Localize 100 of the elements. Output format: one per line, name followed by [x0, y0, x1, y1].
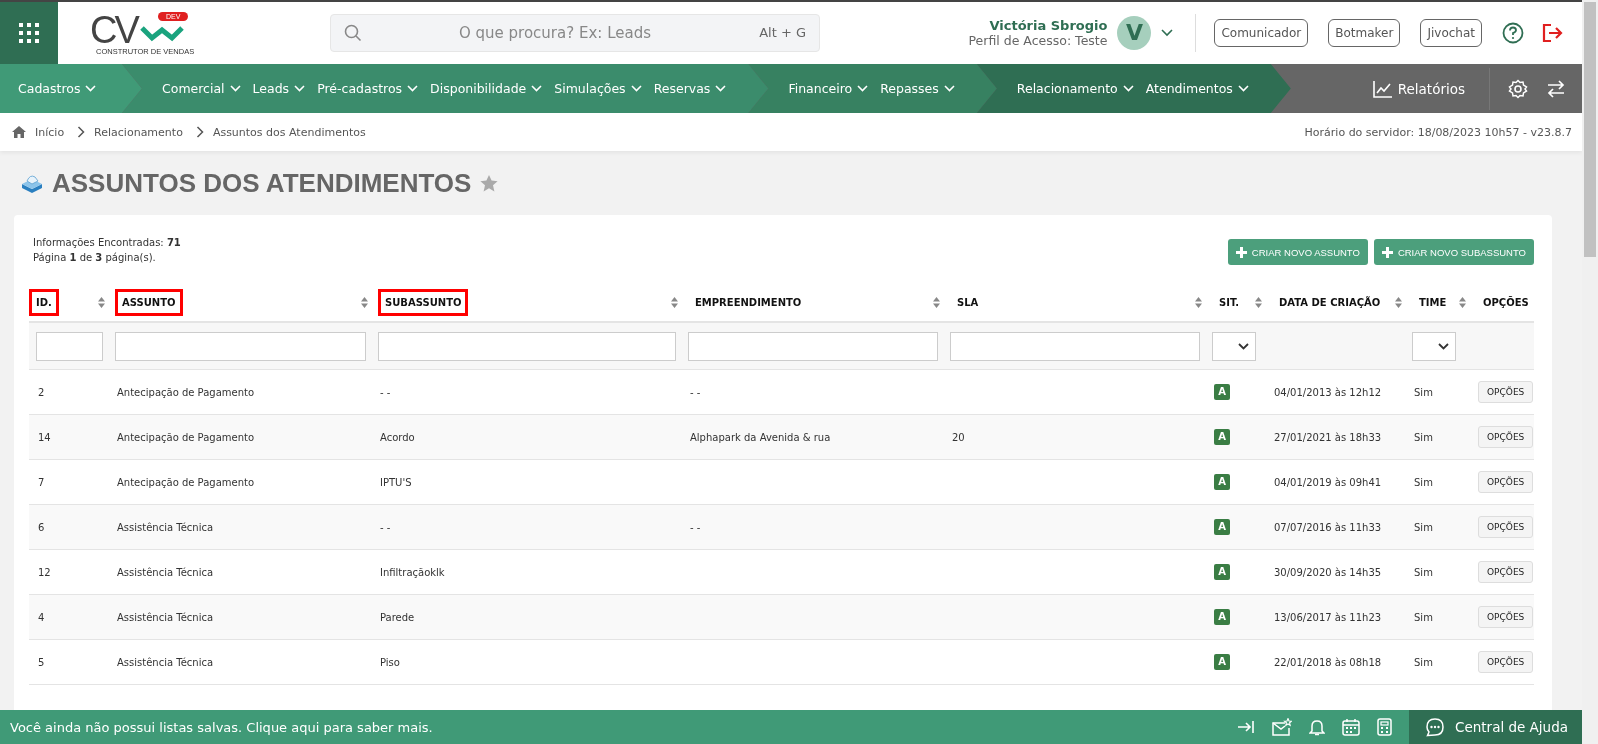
help-center-button[interactable]: Central de Ajuda	[1409, 710, 1582, 744]
results-count: Informações Encontradas: 71	[33, 236, 181, 250]
calculator-icon[interactable]	[1377, 718, 1392, 736]
options-button[interactable]: OPÇÕES	[1478, 561, 1534, 583]
options-button[interactable]: OPÇÕES	[1478, 651, 1534, 673]
table-cell: 04/01/2013 às 12h12	[1274, 386, 1382, 398]
chevron-down-icon	[1237, 85, 1249, 92]
calendar-icon[interactable]	[1342, 718, 1360, 736]
column-header[interactable]: EMPREENDIMENTO	[688, 288, 809, 316]
user-profile: Perfil de Acesso: Teste	[968, 33, 1108, 48]
table-cell: Parede	[380, 611, 415, 623]
header-button[interactable]: Jivochat	[1420, 19, 1482, 47]
column-header[interactable]: SIT.	[1212, 288, 1247, 316]
scrollbar[interactable]	[1582, 0, 1598, 744]
column-header[interactable]: SUBASSUNTO	[378, 288, 469, 316]
options-button[interactable]: OPÇÕES	[1478, 606, 1534, 628]
column-header[interactable]: DATA DE CRIAÇÃO	[1272, 288, 1388, 316]
table-cell: Acordo	[380, 431, 415, 443]
table-cell: Infiltraçãoklk	[380, 566, 445, 578]
column-header[interactable]: SLA	[950, 288, 986, 316]
help-icon[interactable]	[1502, 22, 1524, 44]
menu-item[interactable]: Relacionamento	[1010, 81, 1140, 96]
breadcrumb-link[interactable]: Início	[35, 125, 65, 139]
column-header[interactable]: ID.	[29, 288, 59, 316]
plus-icon	[1381, 246, 1393, 258]
line-chart-icon	[1372, 79, 1393, 98]
apps-menu-button[interactable]	[0, 2, 58, 64]
reports-link[interactable]: Relatórios	[1366, 78, 1471, 99]
table-cell: 5	[38, 656, 45, 668]
table-cell: IPTU'S	[380, 476, 412, 488]
breadcrumb-link[interactable]: Assuntos dos Atendimentos	[212, 125, 366, 139]
sort-icon[interactable]	[671, 296, 678, 308]
mail-star-icon[interactable]	[1272, 718, 1292, 736]
chat-bubble-icon	[1425, 717, 1445, 737]
table-cell: Assistência Técnica	[117, 611, 214, 623]
collapse-icon[interactable]	[1237, 720, 1255, 734]
filter-dropdown[interactable]	[1412, 331, 1456, 361]
table-cell: 12	[38, 566, 51, 578]
menu-item[interactable]: Reservas	[647, 81, 733, 96]
options-button[interactable]: OPÇÕES	[1478, 471, 1534, 493]
table-cell: 20	[952, 431, 965, 443]
table-cell: Alphapark da Avenida & rua	[690, 431, 831, 443]
chevron-down-icon	[857, 85, 869, 92]
filter-field[interactable]	[36, 331, 103, 361]
table-cell: - -	[690, 521, 701, 533]
menu-item[interactable]: Financeiro	[782, 81, 875, 96]
sort-icon[interactable]	[98, 296, 105, 308]
favorite-star-icon[interactable]	[479, 173, 500, 193]
chevron-right-icon	[195, 126, 204, 138]
table-cell: Assistência Técnica	[117, 656, 214, 668]
chevron-down-icon	[1238, 342, 1249, 350]
options-button[interactable]: OPÇÕES	[1478, 381, 1534, 403]
sort-icon[interactable]	[1255, 296, 1262, 308]
options-button[interactable]: OPÇÕES	[1478, 516, 1534, 538]
breadcrumb-link[interactable]: Relacionamento	[94, 125, 183, 139]
settings-icon[interactable]	[1508, 78, 1528, 99]
menu-item[interactable]: Simulações	[548, 81, 648, 96]
page-icon	[20, 172, 44, 194]
filter-field[interactable]	[115, 331, 366, 361]
swap-icon[interactable]	[1546, 79, 1566, 98]
table-cell: - -	[690, 386, 701, 398]
menu-item[interactable]: Disponibilidade	[424, 81, 549, 96]
sort-icon[interactable]	[933, 296, 940, 308]
menu-item[interactable]: Repasses	[874, 81, 961, 96]
options-button[interactable]: OPÇÕES	[1478, 426, 1534, 448]
header-button[interactable]: Botmaker	[1328, 19, 1401, 47]
status-badge: A	[1214, 474, 1230, 490]
header-button[interactable]: Comunicador	[1214, 19, 1309, 47]
chevron-down-icon	[630, 85, 642, 92]
chevron-down-icon	[1122, 85, 1134, 92]
menu-item[interactable]: Comercial	[156, 81, 247, 96]
page-title: ASSUNTOS DOS ATENDIMENTOS	[52, 167, 472, 199]
table-cell: Antecipação de Pagamento	[117, 431, 255, 443]
filter-dropdown[interactable]	[1212, 331, 1256, 361]
menu-item[interactable]: Leads	[246, 81, 312, 96]
sort-icon[interactable]	[361, 296, 368, 308]
table-cell: 6	[38, 521, 45, 533]
table-cell: - -	[380, 386, 391, 398]
bell-icon[interactable]	[1309, 718, 1325, 736]
user-avatar[interactable]: V	[1117, 16, 1152, 50]
table-cell: Sim	[1414, 476, 1433, 488]
column-header[interactable]: ASSUNTO	[115, 288, 183, 316]
logout-icon[interactable]	[1542, 23, 1564, 43]
menu-item[interactable]: Atendimentos	[1139, 81, 1255, 96]
chevron-down-icon	[85, 85, 97, 92]
filter-field[interactable]	[950, 331, 1200, 361]
column-header[interactable]: OPÇÕES	[1476, 288, 1536, 316]
chevron-down-icon	[943, 85, 955, 92]
table-cell: Assistência Técnica	[117, 521, 214, 533]
sort-icon[interactable]	[1395, 296, 1402, 308]
filter-field[interactable]	[378, 331, 676, 361]
filter-field[interactable]	[688, 331, 938, 361]
sort-icon[interactable]	[1195, 296, 1202, 308]
sort-icon[interactable]	[1459, 296, 1466, 308]
column-header[interactable]: TIME	[1412, 288, 1454, 316]
table-cell: 30/09/2020 às 14h35	[1274, 566, 1382, 578]
chevron-down-icon[interactable]	[1161, 29, 1174, 37]
table-cell: Sim	[1414, 386, 1433, 398]
status-badge: A	[1214, 519, 1230, 535]
menu-item[interactable]: Pré-cadastros	[311, 81, 425, 96]
